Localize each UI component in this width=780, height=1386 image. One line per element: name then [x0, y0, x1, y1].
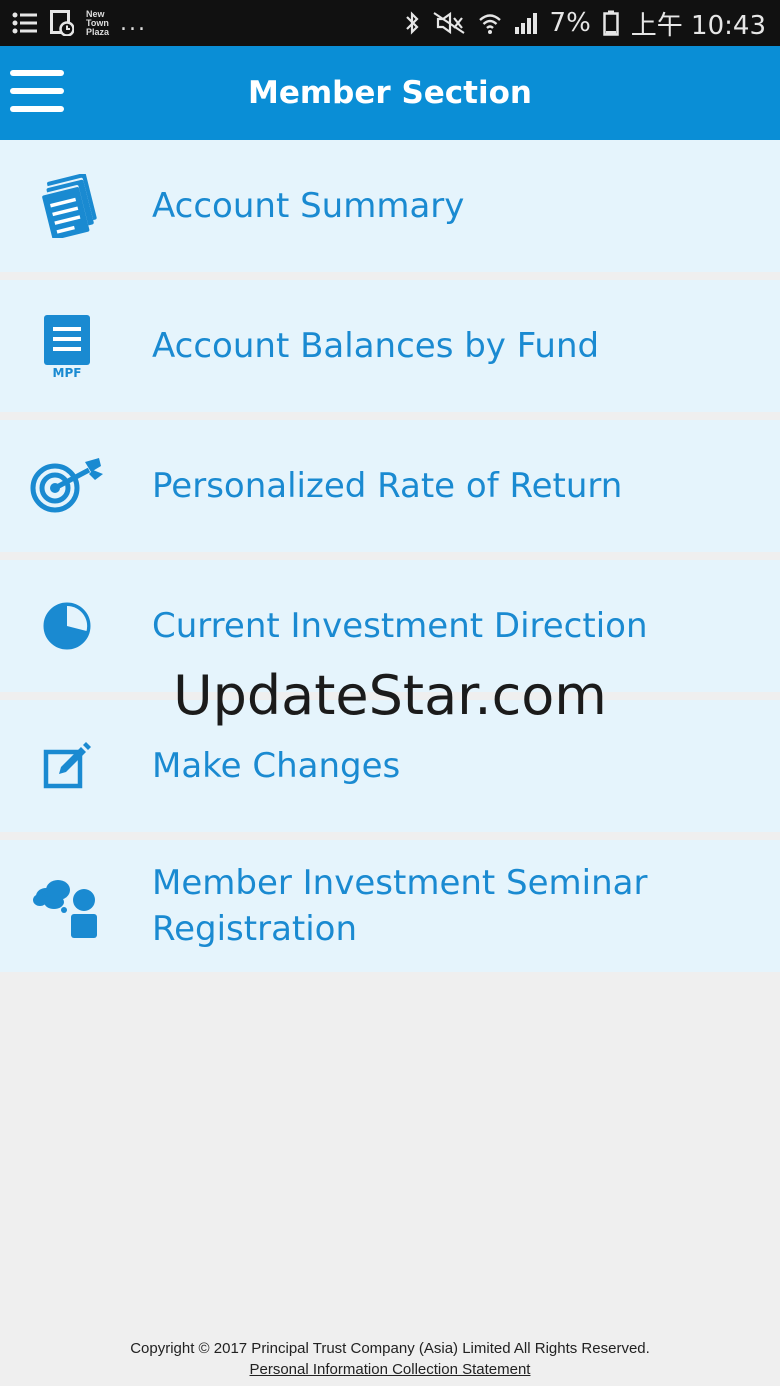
status-bar-notifications: New Town Plaza ...	[12, 8, 147, 37]
more-notifications: ...	[120, 10, 147, 36]
member-menu-list: Account Summary MPF Account Balances by …	[0, 140, 780, 972]
mpf-icon-text: MPF	[53, 366, 82, 379]
edit-icon	[28, 727, 106, 805]
menu-item-label: Member Investment Seminar Registration	[152, 863, 648, 949]
menu-item-member-investment-seminar-registration[interactable]: Member Investment Seminar Registration	[0, 840, 780, 972]
menu-item-label: Account Balances by Fund	[152, 326, 600, 366]
bluetooth-icon	[404, 11, 420, 35]
mute-icon	[432, 11, 466, 35]
hamburger-menu-icon[interactable]	[10, 70, 64, 116]
battery-icon	[603, 10, 619, 36]
personal-information-link[interactable]: Personal Information Collection Statemen…	[250, 1361, 531, 1378]
seminar-person-icon	[28, 867, 106, 945]
list-icon	[12, 12, 38, 34]
menu-item-label: Personalized Rate of Return	[152, 466, 623, 506]
watermark: UpdateStar.com	[173, 664, 607, 727]
menu-item-personalized-rate-of-return[interactable]: Personalized Rate of Return	[0, 420, 780, 552]
app-bar: Member Section	[0, 46, 780, 140]
pie-chart-icon	[28, 587, 106, 665]
status-bar-system: 7% 上午 10:43	[404, 5, 766, 42]
mpf-document-icon: MPF	[28, 307, 106, 385]
menu-item-account-summary[interactable]: Account Summary	[0, 140, 780, 272]
documents-icon	[28, 167, 106, 245]
menu-item-label: Current Investment Direction	[152, 606, 648, 646]
footer: Copyright © 2017 Principal Trust Company…	[0, 1338, 780, 1380]
page-title: Member Section	[247, 75, 532, 111]
wifi-icon	[478, 11, 502, 35]
menu-item-account-balances-by-fund[interactable]: MPF Account Balances by Fund	[0, 280, 780, 412]
status-time: 上午 10:43	[630, 10, 766, 41]
menu-item-label: Make Changes	[152, 746, 401, 786]
copyright-text: Copyright © 2017 Principal Trust Company…	[130, 1340, 650, 1357]
menu-item-label: Account Summary	[152, 186, 465, 226]
signal-icon	[514, 12, 538, 34]
status-bar: New Town Plaza ... 7% 上午 10:43	[0, 0, 780, 46]
notification-text: New Town Plaza	[86, 8, 110, 37]
target-arrow-icon	[28, 447, 106, 525]
schedule-icon	[50, 10, 74, 36]
battery-percentage: 7%	[549, 8, 591, 38]
